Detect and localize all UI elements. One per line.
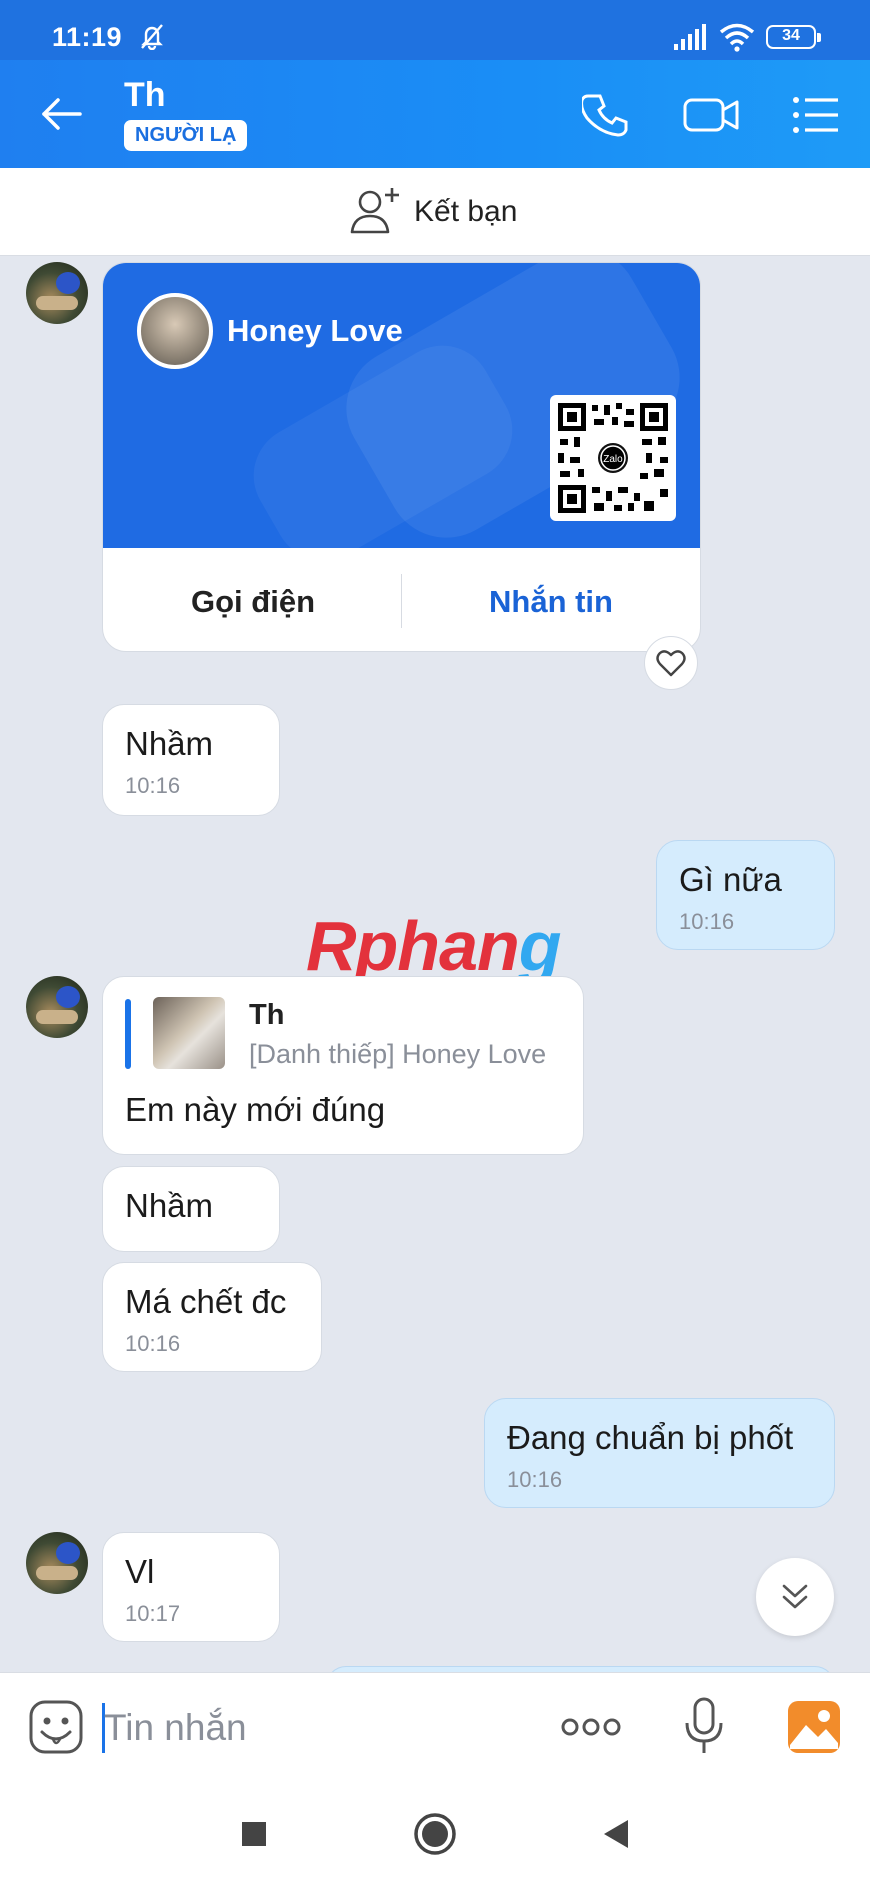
message-time: 10:17: [125, 1601, 181, 1626]
signal-icon: [674, 24, 706, 50]
home-icon[interactable]: [411, 1810, 459, 1858]
phone-call-icon[interactable]: [582, 92, 632, 138]
call-button[interactable]: Gọi điện: [191, 584, 315, 620]
status-bar: 11:19 34: [0, 0, 870, 60]
reply-message-bubble[interactable]: Th [Danh thiếp] Honey Love Em này mới đú…: [102, 976, 584, 1155]
qr-code[interactable]: Zalo: [550, 395, 676, 521]
stranger-badge: NGƯỜI LẠ: [124, 120, 248, 151]
react-heart-button[interactable]: [644, 636, 698, 690]
actions-divider: [401, 574, 402, 628]
message-time: 10:16: [125, 773, 181, 798]
message-text: Vl: [125, 1553, 155, 1590]
add-friend-bar[interactable]: Kết bạn: [0, 168, 870, 256]
chat-header: Th NGƯỜI LẠ: [0, 60, 870, 168]
contact-card-name: Honey Love: [227, 313, 403, 348]
contact-name[interactable]: Th: [124, 76, 166, 115]
message-bubble-mine[interactable]: Đang chuẩn bị phốt 10:16: [484, 1398, 835, 1508]
qr-code-icon: Zalo: [558, 403, 668, 513]
recent-apps-icon[interactable]: [230, 1810, 278, 1858]
sender-avatar[interactable]: [26, 262, 88, 324]
message-input[interactable]: [104, 1703, 524, 1753]
sticker-icon[interactable]: [28, 1699, 84, 1755]
contact-card-header: Honey Love Zalo: [103, 263, 700, 548]
message-button[interactable]: Nhắn tin: [489, 584, 613, 620]
add-friend-icon: [350, 188, 399, 234]
double-chevron-down-icon: [782, 1584, 808, 1609]
message-text: Gì nữa: [679, 861, 782, 898]
bell-off-icon: [141, 24, 163, 50]
sender-avatar[interactable]: [26, 976, 88, 1038]
wifi-icon: [719, 23, 755, 52]
message-bubble[interactable]: Nhầm: [102, 1166, 280, 1252]
message-bubble[interactable]: Vl 10:17: [102, 1532, 280, 1642]
status-time: 11:19: [52, 22, 123, 52]
back-nav-icon[interactable]: [592, 1810, 640, 1858]
qr-logo-text: Zalo: [603, 454, 623, 465]
message-bubble-mine[interactable]: Gì nữa 10:16: [656, 840, 835, 950]
message-text: Má chết đc: [125, 1283, 287, 1320]
scroll-to-bottom-button[interactable]: [756, 1558, 834, 1636]
message-input-bar: [0, 1672, 870, 1780]
message-text: Nhầm: [125, 1187, 214, 1224]
add-friend-label: Kết bạn: [414, 195, 518, 228]
quoted-sender: Th: [249, 999, 285, 1031]
message-bubble[interactable]: Má chết đc 10:16: [102, 1262, 322, 1372]
back-arrow-icon[interactable]: [38, 90, 86, 138]
watermark-logo: Rphang: [306, 907, 562, 985]
quoted-text: [Danh thiếp] Honey Love: [249, 1039, 547, 1069]
message-time: 10:16: [679, 909, 735, 934]
message-bubble[interactable]: Nhầm 10:16: [102, 704, 280, 816]
contact-card-actions: Gọi điện Nhắn tin: [103, 548, 700, 651]
microphone-icon[interactable]: [682, 1697, 726, 1757]
message-text: Em này mới đúng: [125, 1091, 386, 1128]
contact-card[interactable]: Honey Love Zalo Gọi điện Nhắn tin: [102, 262, 701, 652]
message-time: 10:16: [507, 1467, 563, 1492]
heart-icon: [656, 650, 686, 677]
sender-avatar[interactable]: [26, 1532, 88, 1594]
more-options-icon[interactable]: [560, 1713, 622, 1741]
video-call-icon[interactable]: [682, 92, 740, 138]
menu-list-icon[interactable]: [792, 92, 840, 138]
image-gallery-icon[interactable]: [786, 1699, 842, 1755]
battery-indicator: 34: [766, 25, 821, 49]
message-time: 10:16: [125, 1331, 181, 1356]
system-nav-bar: [0, 1780, 870, 1884]
contact-card-avatar: [137, 293, 213, 369]
message-text: Nhầm: [125, 725, 214, 762]
quote-bar: [125, 999, 131, 1069]
message-text: Đang chuẩn bị phốt: [507, 1419, 794, 1456]
quoted-thumbnail: [153, 997, 225, 1069]
